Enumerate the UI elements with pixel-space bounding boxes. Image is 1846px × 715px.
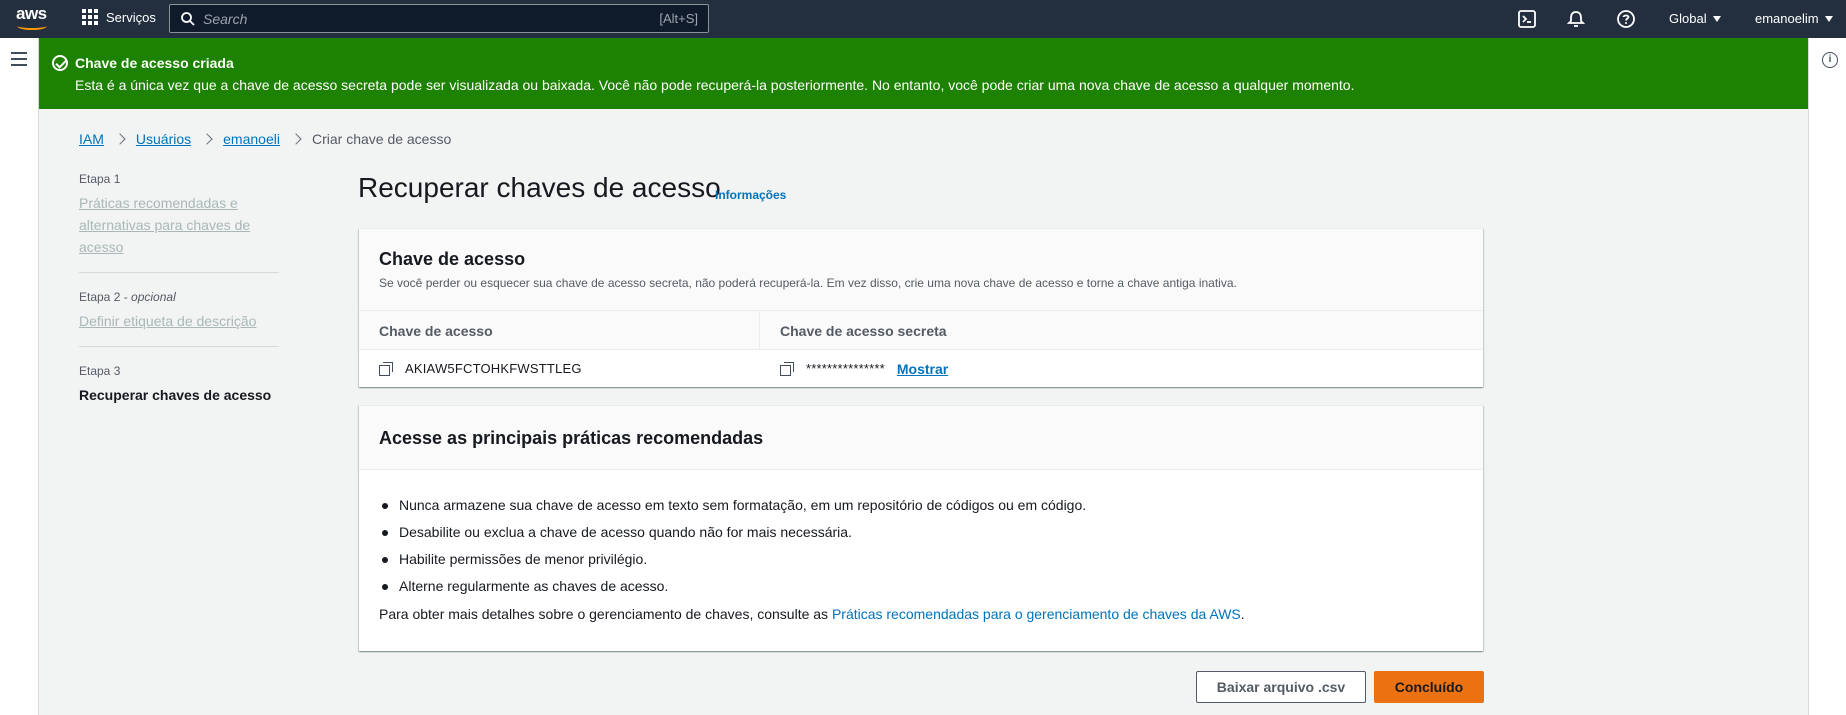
region-label: Global [1669,11,1707,26]
aws-logo-text: aws [16,4,47,23]
account-menu[interactable]: emanoelim [1755,11,1833,26]
step-divider [79,346,279,347]
best-practices-list: Nunca armazene sua chave de acesso em te… [379,492,1463,600]
cloudshell-icon[interactable] [1517,9,1537,29]
chevron-right-icon [201,133,213,145]
chevron-right-icon [114,133,126,145]
done-button[interactable]: Concluído [1374,671,1484,703]
chevron-right-icon [290,133,302,145]
page-title: Recuperar chaves de acesso [358,172,721,203]
best-practices-header: Acesse as principais práticas recomendad… [359,406,1483,470]
list-item: Habilite permissões de menor privilégio. [379,546,1463,573]
breadcrumb-users[interactable]: Usuários [136,131,191,147]
step-1-link[interactable]: Práticas recomendadas e alternativas par… [79,192,279,258]
list-item: Nunca armazene sua chave de acesso em te… [379,492,1463,519]
more-details-text: Para obter mais detalhes sobre o gerenci… [379,606,1245,622]
search-shortcut-hint: [Alt+S] [659,11,698,26]
chevron-down-icon [1824,15,1833,22]
apps-grid-icon [82,9,98,25]
best-practices-title: Acesse as principais práticas recomendad… [379,428,764,448]
breadcrumb-user[interactable]: emanoeli [223,131,280,147]
success-check-icon [52,55,68,71]
top-nav-bar: aws Serviços [Alt+S] Global emanoelim [0,0,1846,38]
step-2-optional: opcional [131,290,176,304]
notifications-bell-icon[interactable] [1566,9,1586,29]
chevron-down-icon [1712,15,1721,22]
aws-smile-icon [17,22,47,30]
table-row: AKIAW5FCTOHKFWSTTLEG *************** Mos… [359,350,1483,387]
copy-icon[interactable] [379,361,393,376]
menu-hamburger-icon[interactable] [11,52,27,66]
search-box[interactable]: [Alt+S] [169,4,709,33]
info-panel-icon[interactable]: i [1822,52,1838,68]
step-2-link[interactable]: Definir etiqueta de descrição [79,310,279,332]
step-1-label: Etapa 1 [79,172,121,186]
best-practices-link[interactable]: Práticas recomendadas para o gerenciamen… [832,606,1241,622]
best-practices-body: Nunca armazene sua chave de acesso em te… [359,470,1483,622]
access-key-cell: AKIAW5FCTOHKFWSTTLEG [359,361,760,376]
breadcrumb-current: Criar chave de acesso [311,131,452,147]
list-item: Alterne regularmente as chaves de acesso… [379,573,1463,600]
flash-message: Esta é a única vez que a chave de acesso… [75,77,1355,93]
right-tools-strip [1808,38,1846,715]
access-key-panel-header: Chave de acesso Se você perder ou esquec… [359,229,1483,311]
account-username: emanoelim [1755,11,1819,26]
step-2-label: Etapa 2 - opcional [79,290,176,304]
success-flash-banner: Chave de acesso criada Esta é a única ve… [39,38,1808,109]
step-3-current: Recuperar chaves de acesso [79,387,272,403]
info-link[interactable]: Informações [715,188,786,202]
region-selector[interactable]: Global [1669,11,1721,26]
help-icon[interactable] [1616,9,1636,29]
breadcrumb-iam[interactable]: IAM [79,131,104,147]
step-divider [79,272,279,273]
services-menu-button[interactable]: Serviços [82,9,156,25]
secret-key-cell: *************** Mostrar [760,361,948,377]
wizard-steps: Etapa 1 Práticas recomendadas e alternat… [79,172,279,403]
flash-title: Chave de acesso criada [75,55,234,71]
step-3-label: Etapa 3 [79,364,121,378]
services-label: Serviços [106,9,156,25]
column-header-secret-key: Chave de acesso secreta [780,323,947,339]
show-secret-link[interactable]: Mostrar [897,361,948,377]
access-key-panel-title: Chave de acesso [379,249,526,269]
keys-table-header: Chave de acesso Chave de acesso secreta [359,311,1483,350]
search-input[interactable] [195,10,660,27]
search-icon [181,11,195,26]
aws-logo[interactable]: aws [16,5,50,33]
breadcrumb: IAM Usuários emanoeli Criar chave de ace… [79,131,451,147]
copy-icon[interactable] [780,361,794,376]
best-practices-panel: Acesse as principais práticas recomendad… [359,405,1483,651]
column-header-access-key: Chave de acesso [359,311,760,349]
list-item: Desabilite ou exclua a chave de acesso q… [379,519,1463,546]
access-key-panel: Chave de acesso Se você perder ou esquec… [359,228,1483,387]
download-csv-button[interactable]: Baixar arquivo .csv [1196,671,1366,703]
secret-key-masked: *************** [806,361,885,376]
access-key-value: AKIAW5FCTOHKFWSTTLEG [405,361,582,376]
left-navigation-strip [0,38,39,715]
access-key-panel-description: Se você perder ou esquecer sua chave de … [379,276,1237,290]
